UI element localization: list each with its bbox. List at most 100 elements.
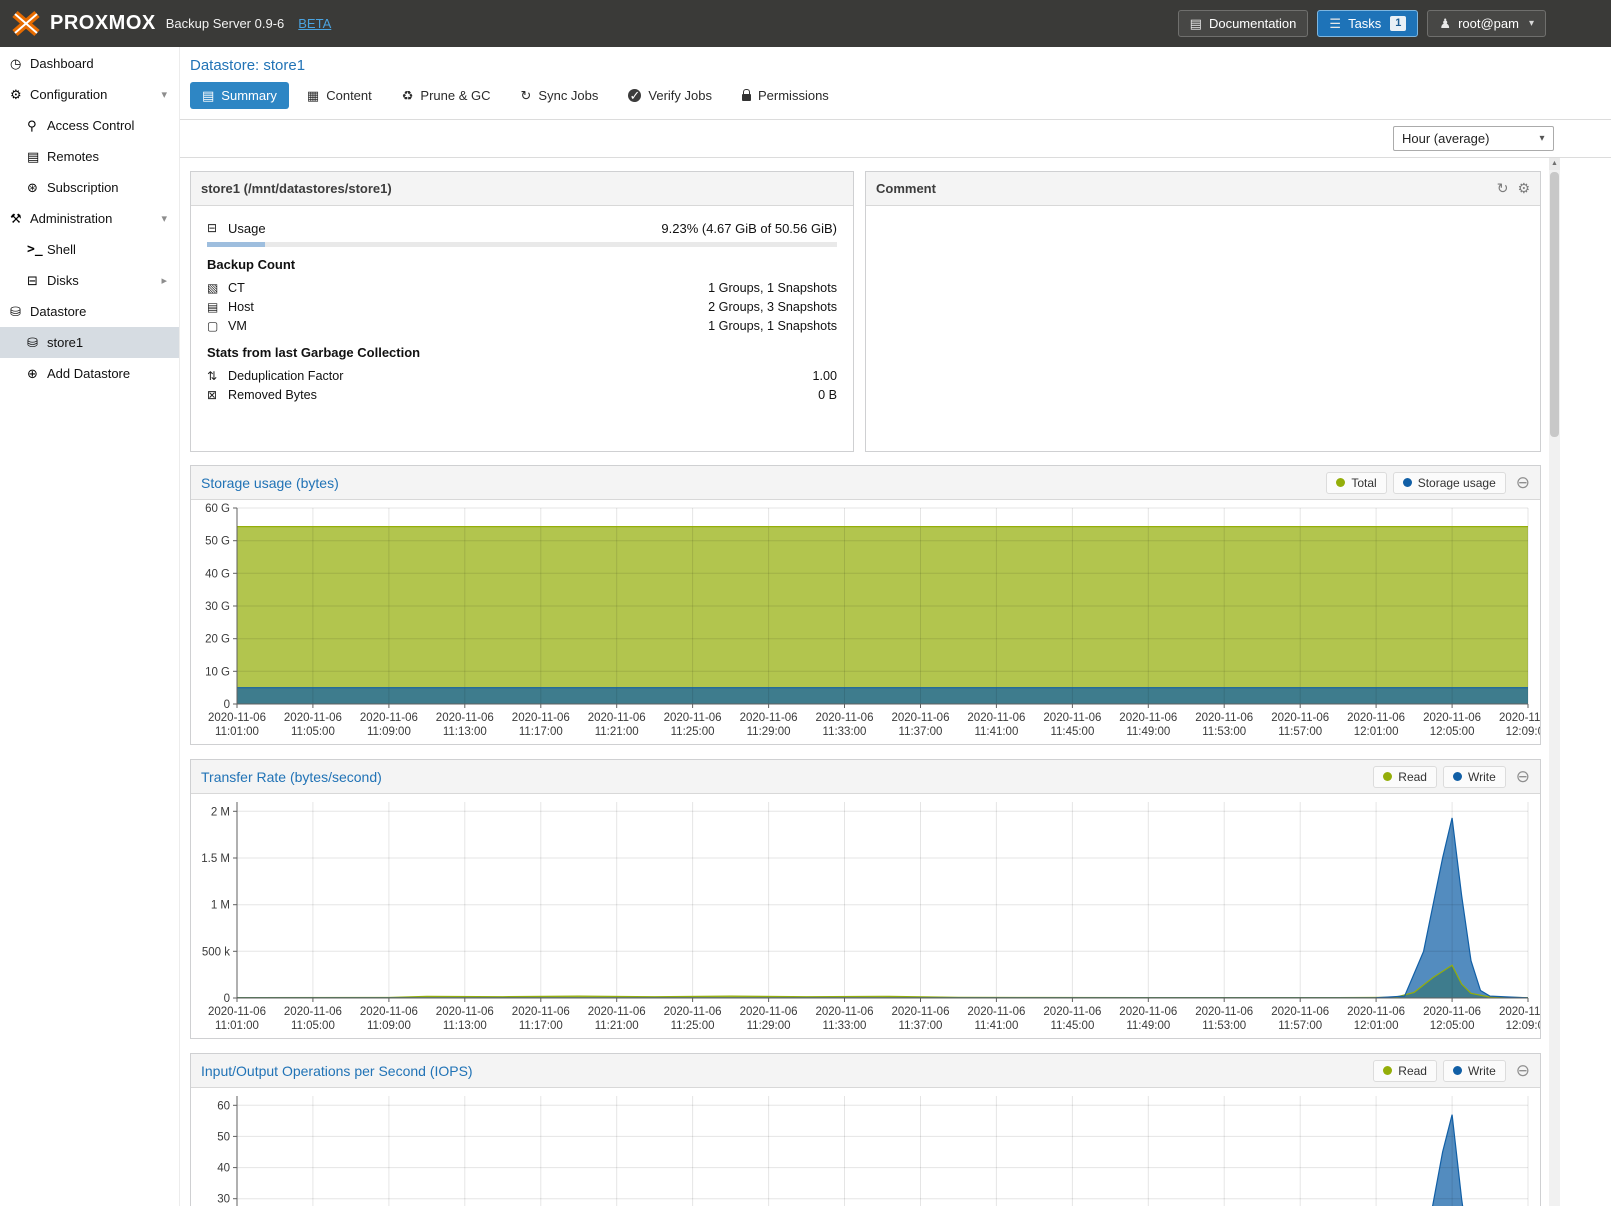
sidebar-item-dashboard[interactable]: ◷Dashboard [0,48,179,79]
svg-text:2020-11-06: 2020-11-06 [1195,712,1253,724]
row-label: Host [228,300,254,314]
chart-title: Storage usage (bytes) [201,475,339,491]
documentation-label: Documentation [1209,16,1296,31]
gear-icon[interactable]: ⚙ [1517,180,1530,197]
svg-text:11:09:00: 11:09:00 [367,1020,411,1032]
chevron-down-icon: ▾ [1529,18,1534,29]
backup-count-rows: ▧CT1 Groups, 1 Snapshots▤Host2 Groups, 3… [207,279,837,335]
beta-link[interactable]: BETA [298,16,331,31]
svg-text:11:25:00: 11:25:00 [671,726,715,738]
tab-sync-jobs[interactable]: ↻Sync Jobs [509,82,611,109]
tab-content[interactable]: ▦Content [295,82,384,109]
svg-text:1 M: 1 M [211,900,230,912]
legend-dot [1383,772,1392,781]
collapse-icon[interactable]: ⊖ [1516,474,1530,491]
svg-text:2020-11-06: 2020-11-06 [816,1006,874,1018]
documentation-button[interactable]: ▤ Documentation [1178,10,1309,37]
sidebar-item-administration[interactable]: ⚒Administration▾ [0,203,179,234]
comment-panel-header: Comment ↻ ⚙ [866,172,1540,206]
svg-text:11:57:00: 11:57:00 [1278,726,1322,738]
svg-text:2020-11-06: 2020-11-06 [1195,1006,1253,1018]
svg-text:11:17:00: 11:17:00 [519,1020,563,1032]
tab-verify-jobs[interactable]: ✓Verify Jobs [616,82,724,109]
chevron-down-icon[interactable]: ▾ [161,88,167,101]
svg-text:11:01:00: 11:01:00 [215,1020,259,1032]
user-menu-button[interactable]: ♟ root@pam ▾ [1427,10,1546,37]
tab-label: Verify Jobs [648,88,712,103]
sidebar-item-label: Administration [30,211,112,226]
tab-summary[interactable]: ▤Summary [190,82,289,109]
trash-icon: ♻ [402,88,414,104]
gc-rows: ⇅Deduplication Factor1.00⊠Removed Bytes0… [207,367,837,404]
sidebar-item-store1[interactable]: ⛁store1 [0,327,179,358]
usage-progress-bar [207,242,837,247]
svg-text:11:41:00: 11:41:00 [974,1020,1018,1032]
legend-label: Read [1398,1064,1427,1078]
sidebar-item-add-datastore[interactable]: ⊕Add Datastore [0,358,179,389]
svg-text:2020-11-06: 2020-11-06 [892,712,950,724]
svg-text:2020-11-06: 2020-11-06 [967,712,1025,724]
tab-permissions[interactable]: Permissions [730,82,841,109]
svg-text:2020-11-06: 2020-11-06 [1347,1006,1405,1018]
legend-label: Write [1468,1064,1496,1078]
main-content: Datastore: store1 ▤Summary▦Content♻Prune… [180,47,1611,1206]
backup-count-title: Backup Count [207,257,837,272]
legend-read[interactable]: Read [1373,766,1437,788]
sidebar-item-configuration[interactable]: ⚙Configuration▾ [0,79,179,110]
sidebar-item-disks[interactable]: ⊟Disks▸ [0,265,179,296]
sidebar-item-datastore[interactable]: ⛁Datastore [0,296,179,327]
summary-row-vm: ▢VM1 Groups, 1 Snapshots [207,317,837,335]
chart-panel-transfer-rate-bytes-second: Transfer Rate (bytes/second)ReadWrite⊖05… [190,759,1541,1039]
hdd-icon: ⊟ [207,221,228,235]
product-version: Backup Server 0.9-6 [166,16,285,31]
svg-text:12:05:00: 12:05:00 [1430,726,1475,738]
chart-panel-input-output-operations-per-second-iops: Input/Output Operations per Second (IOPS… [190,1053,1541,1206]
sidebar-item-remotes[interactable]: ▤Remotes [0,141,179,172]
svg-text:11:37:00: 11:37:00 [899,1020,943,1032]
chevron-down-icon[interactable]: ▾ [161,212,167,225]
svg-text:60: 60 [217,1100,230,1112]
row-value: 0 B [818,388,837,402]
svg-text:2020-11-06: 2020-11-06 [1119,712,1177,724]
vertical-scrollbar[interactable]: ▲ [1549,158,1560,1206]
sidebar-item-label: store1 [47,335,83,350]
dashboard-icon: ◷ [10,56,30,72]
svg-text:11:29:00: 11:29:00 [747,1020,791,1032]
svg-text:11:53:00: 11:53:00 [1202,726,1246,738]
legend-write[interactable]: Write [1443,1060,1506,1082]
chevron-right-icon[interactable]: ▸ [161,274,167,287]
svg-text:11:13:00: 11:13:00 [443,726,487,738]
tasks-button[interactable]: ☰ Tasks 1 [1317,10,1418,37]
chart-body: 0500 k1 M1.5 M2 M2020-11-0611:01:002020-… [191,794,1540,1038]
svg-text:2020-11-06: 2020-11-06 [1271,1006,1329,1018]
svg-text:11:49:00: 11:49:00 [1126,1020,1170,1032]
row-label: VM [228,319,247,333]
reload-icon[interactable]: ↻ [1497,180,1509,197]
comment-actions: ↻ ⚙ [1488,180,1530,197]
scrollbar-thumb[interactable] [1550,172,1559,437]
legend-label: Storage usage [1418,476,1496,490]
svg-text:11:53:00: 11:53:00 [1202,1020,1246,1032]
sidebar-item-label: Configuration [30,87,107,102]
tab-prune-gc[interactable]: ♻Prune & GC [390,82,503,109]
shell-icon: >_ [27,242,47,257]
legend-total[interactable]: Total [1326,472,1386,494]
comment-panel: Comment ↻ ⚙ [865,171,1541,452]
svg-text:0: 0 [224,699,230,711]
sidebar-item-shell[interactable]: >_Shell [0,234,179,265]
scroll-up-icon[interactable]: ▲ [1549,158,1560,170]
legend-storage-usage[interactable]: Storage usage [1393,472,1506,494]
summary-panel-header: store1 (/mnt/datastores/store1) [191,172,853,206]
chart-title: Input/Output Operations per Second (IOPS… [201,1063,473,1079]
legend-read[interactable]: Read [1373,1060,1437,1082]
legend-write[interactable]: Write [1443,766,1506,788]
svg-text:40: 40 [217,1163,230,1175]
time-range-select[interactable]: Hour (average) ▾ [1393,126,1554,151]
lock-icon [742,94,751,101]
collapse-icon[interactable]: ⊖ [1516,768,1530,785]
sidebar-item-subscription[interactable]: ⊛Subscription [0,172,179,203]
svg-text:2020-11-06: 2020-11-06 [1043,712,1101,724]
collapse-icon[interactable]: ⊖ [1516,1062,1530,1079]
sidebar-item-access-control[interactable]: ⚲Access Control [0,110,179,141]
removed-icon: ⊠ [207,388,228,402]
